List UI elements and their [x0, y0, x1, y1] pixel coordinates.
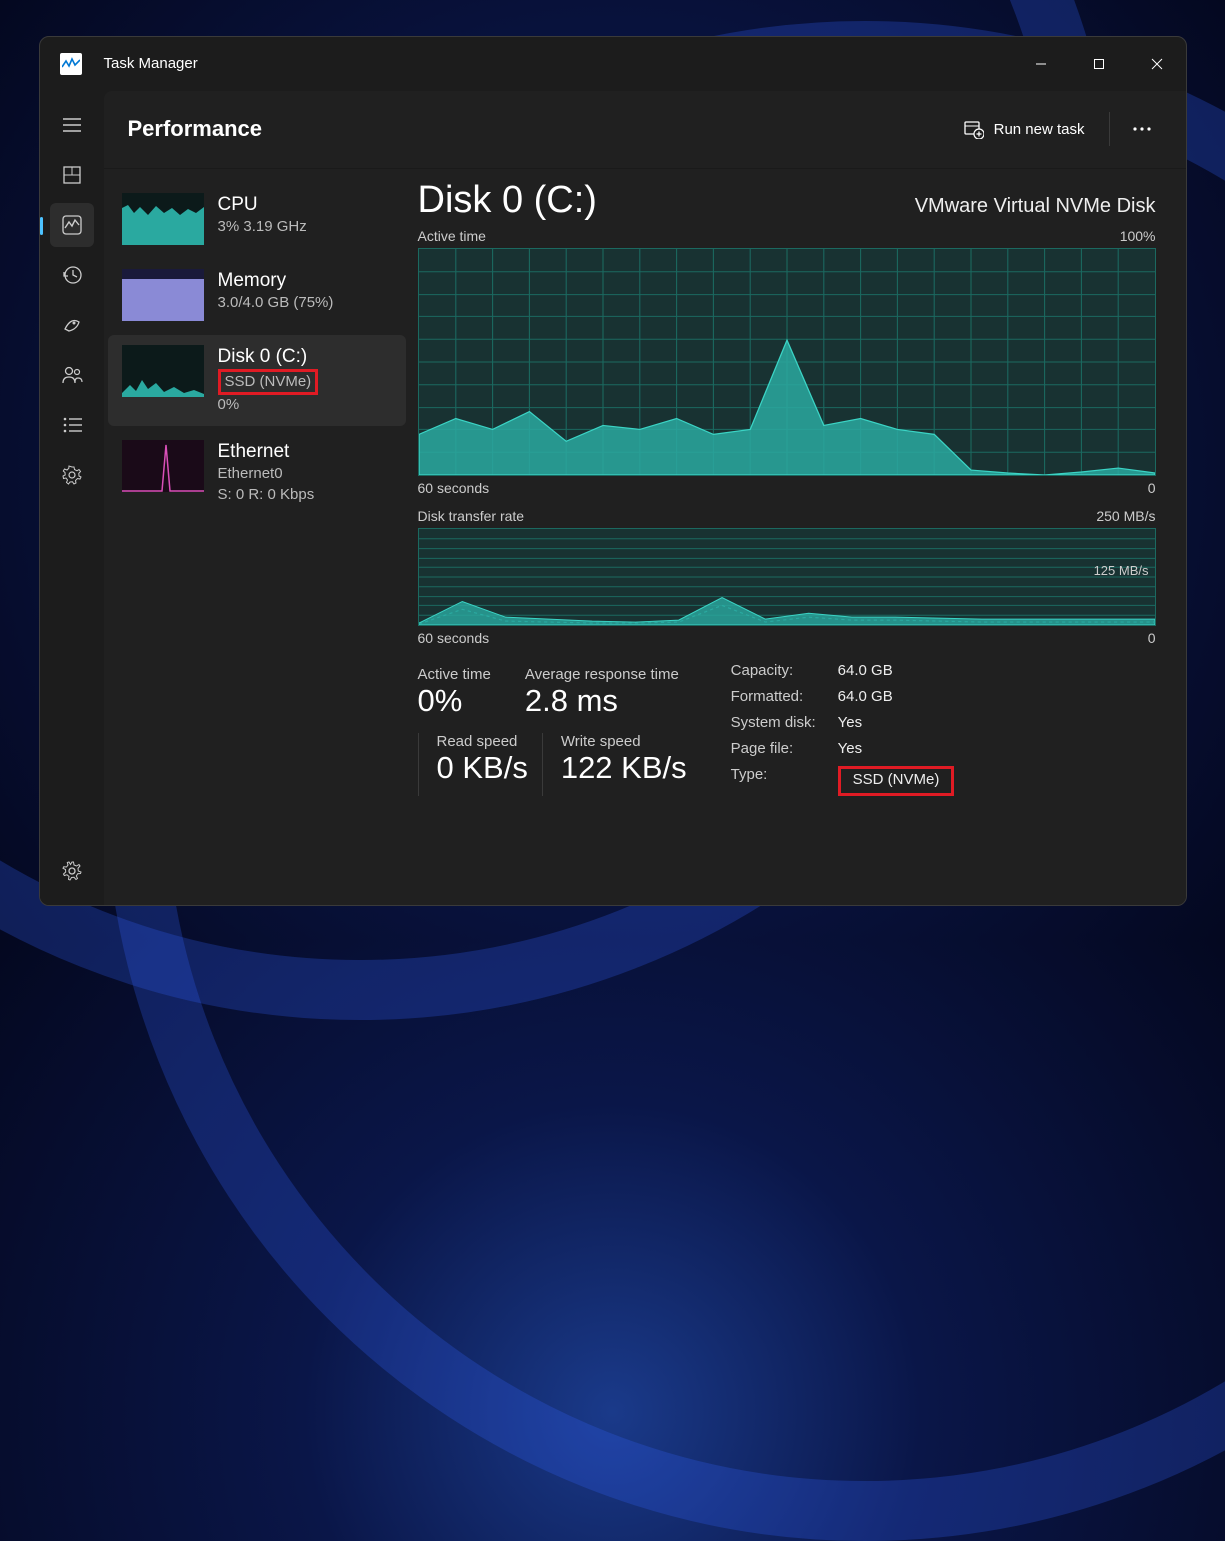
nav-app-history[interactable] — [50, 253, 94, 297]
type-v-highlight: SSD (NVMe) — [838, 766, 955, 796]
ethernet-sub2: S: 0 R: 0 Kbps — [218, 485, 315, 505]
capacity-v: 64.0 GB — [838, 662, 955, 682]
chart2-label: Disk transfer rate — [418, 508, 525, 524]
detail-model: VMware Virtual NVMe Disk — [915, 195, 1156, 218]
active-time-label: Active time — [418, 666, 491, 683]
pagefile-v: Yes — [838, 740, 955, 760]
nav-startup[interactable] — [50, 303, 94, 347]
nav-details[interactable] — [50, 403, 94, 447]
sysdisk-k: System disk: — [731, 714, 816, 734]
nav-services[interactable] — [50, 453, 94, 497]
performance-sidebar: CPU 3% 3.19 GHz Memory 3.0/4.0 GB (75%) — [104, 169, 414, 905]
minimize-button[interactable] — [1012, 37, 1070, 91]
chart2-xleft: 60 seconds — [418, 630, 490, 646]
read-label: Read speed — [437, 733, 528, 750]
maximize-button[interactable] — [1070, 37, 1128, 91]
disk-thumb — [122, 345, 204, 397]
read-value: 0 KB/s — [437, 750, 528, 786]
ethernet-title: Ethernet — [218, 440, 315, 465]
chart1-max: 100% — [1120, 228, 1156, 244]
page-title: Performance — [128, 116, 263, 142]
disk-title: Disk 0 (C:) — [218, 345, 319, 370]
write-value: 122 KB/s — [561, 750, 687, 786]
task-manager-window: Task Manager Performance — [39, 36, 1187, 906]
nav-settings[interactable] — [50, 849, 94, 893]
chart1-xright: 0 — [1148, 480, 1156, 496]
formatted-v: 64.0 GB — [838, 688, 955, 708]
disk-type-highlight: SSD (NVMe) — [218, 369, 319, 395]
cpu-thumb — [122, 193, 204, 245]
chart2-midlabel: 125 MB/s — [1094, 563, 1149, 578]
write-label: Write speed — [561, 733, 687, 750]
chart1-xleft: 60 seconds — [418, 480, 490, 496]
app-icon — [60, 53, 82, 75]
sidebar-item-ethernet[interactable]: Ethernet Ethernet0 S: 0 R: 0 Kbps — [108, 430, 406, 515]
avg-resp-label: Average response time — [525, 666, 679, 683]
sidebar-item-memory[interactable]: Memory 3.0/4.0 GB (75%) — [108, 259, 406, 331]
run-task-label: Run new task — [994, 121, 1085, 138]
disk-pct: 0% — [218, 395, 319, 415]
detail-panel: Disk 0 (C:) VMware Virtual NVMe Disk Act… — [414, 169, 1186, 905]
nav-users[interactable] — [50, 353, 94, 397]
active-time-value: 0% — [418, 683, 491, 719]
avg-resp-value: 2.8 ms — [525, 683, 679, 719]
disk-properties: Capacity: 64.0 GB Formatted: 64.0 GB Syste… — [731, 662, 955, 796]
sidebar-item-cpu[interactable]: CPU 3% 3.19 GHz — [108, 183, 406, 255]
run-new-task-button[interactable]: Run new task — [952, 111, 1097, 147]
cpu-title: CPU — [218, 193, 307, 218]
formatted-k: Formatted: — [731, 688, 816, 708]
nav-processes[interactable] — [50, 153, 94, 197]
memory-sub: 3.0/4.0 GB (75%) — [218, 293, 334, 313]
sysdisk-v: Yes — [838, 714, 955, 734]
nav-rail — [40, 91, 104, 905]
sidebar-item-disk[interactable]: Disk 0 (C:) SSD (NVMe) 0% — [108, 335, 406, 426]
detail-title: Disk 0 (C:) — [418, 179, 597, 222]
ethernet-thumb — [122, 440, 204, 492]
chart2-max: 250 MB/s — [1096, 508, 1155, 524]
hamburger-button[interactable] — [50, 103, 94, 147]
toolbar: Performance Run new task — [104, 91, 1186, 169]
nav-performance[interactable] — [50, 203, 94, 247]
transfer-rate-chart[interactable]: 125 MB/s — [418, 528, 1156, 626]
titlebar: Task Manager — [40, 37, 1186, 91]
pagefile-k: Page file: — [731, 740, 816, 760]
type-k: Type: — [731, 766, 816, 796]
app-title: Task Manager — [104, 55, 198, 72]
toolbar-divider — [1109, 112, 1110, 146]
memory-thumb — [122, 269, 204, 321]
close-button[interactable] — [1128, 37, 1186, 91]
memory-title: Memory — [218, 269, 334, 294]
cpu-sub: 3% 3.19 GHz — [218, 217, 307, 237]
ethernet-sub1: Ethernet0 — [218, 464, 315, 484]
active-time-chart[interactable] — [418, 248, 1156, 476]
more-options-button[interactable] — [1122, 109, 1162, 149]
chart2-xright: 0 — [1148, 630, 1156, 646]
chart1-label: Active time — [418, 228, 486, 244]
capacity-k: Capacity: — [731, 662, 816, 682]
run-task-icon — [964, 119, 984, 139]
